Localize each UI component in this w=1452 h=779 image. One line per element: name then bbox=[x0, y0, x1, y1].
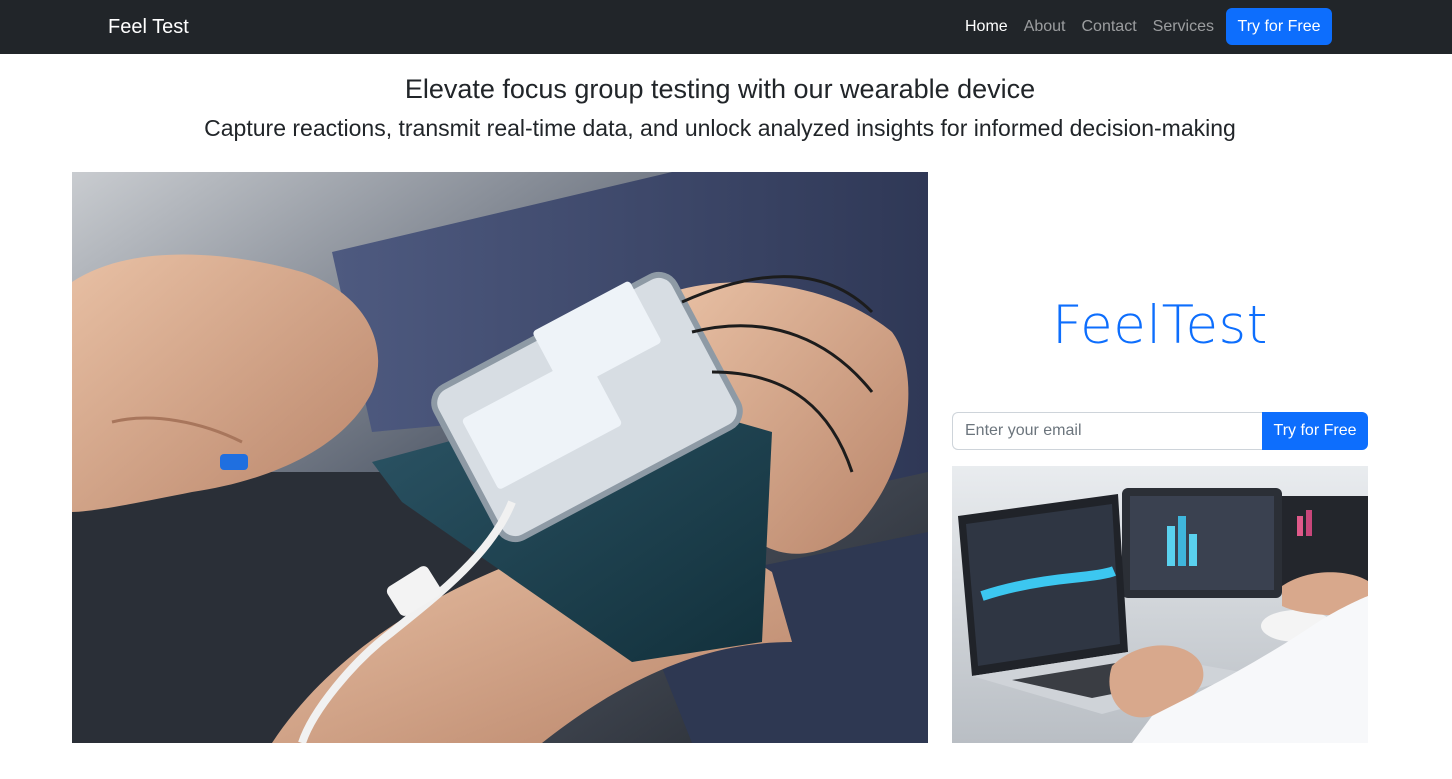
email-input[interactable] bbox=[952, 412, 1262, 450]
nav-links: Home About Contact Services bbox=[965, 16, 1230, 38]
analytics-dashboard-photo bbox=[952, 466, 1368, 743]
try-for-free-button[interactable]: Try for Free bbox=[1226, 8, 1332, 45]
nav-link-services[interactable]: Services bbox=[1153, 16, 1214, 38]
feeltest-logo-text: FeelTest bbox=[1052, 295, 1268, 356]
nav-link-contact[interactable]: Contact bbox=[1082, 16, 1137, 38]
email-signup-form: Try for Free bbox=[952, 412, 1368, 450]
nav-link-about[interactable]: About bbox=[1024, 16, 1066, 38]
nav-link-home[interactable]: Home bbox=[965, 16, 1008, 38]
page-headline: Elevate focus group testing with our wea… bbox=[404, 74, 1036, 104]
page-subheadline: Capture reactions, transmit real-time da… bbox=[204, 115, 1236, 141]
email-try-for-free-button[interactable]: Try for Free bbox=[1262, 412, 1368, 450]
wearable-device-photo bbox=[72, 172, 928, 743]
navbar: Feel Test Home About Contact Services Tr… bbox=[0, 0, 1452, 54]
brand-link[interactable]: Feel Test bbox=[108, 14, 189, 40]
